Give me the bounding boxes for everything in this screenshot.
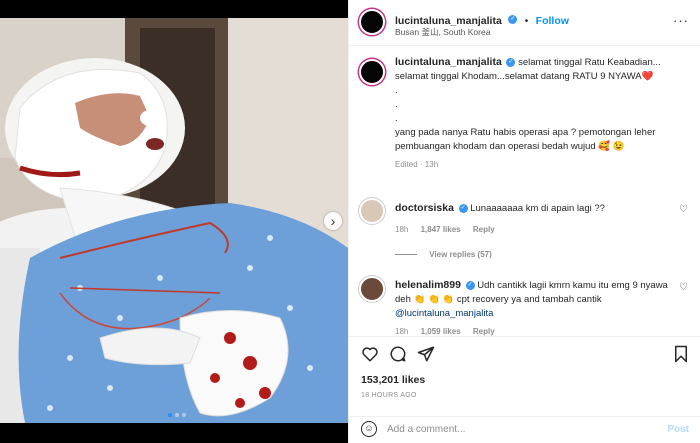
post-photo[interactable]	[0, 18, 348, 423]
post-location[interactable]: Busan 釜山, South Korea	[395, 26, 490, 38]
carousel-indicator	[168, 413, 186, 417]
caption-avatar[interactable]	[359, 59, 385, 85]
comment-avatar[interactable]	[359, 276, 385, 302]
reply-button[interactable]: Reply	[473, 327, 495, 336]
comment-likes[interactable]: 1,059 likes	[421, 327, 461, 336]
comment-time: 18h	[395, 327, 409, 336]
carousel-dot-2	[175, 413, 179, 417]
caption-line-6: yang pada nanya Ratu habis operasi apa ?…	[395, 127, 656, 138]
share-icon[interactable]	[417, 345, 435, 368]
comment-likes[interactable]: 1,847 likes	[421, 225, 461, 234]
caption-line-1: selamat tinggal Ratu Keabadian...	[518, 57, 661, 68]
caption-line-3: .	[395, 85, 398, 96]
comment-like-heart-icon[interactable]: ♡	[679, 282, 688, 293]
author-avatar[interactable]	[359, 9, 385, 35]
comment-bar: ☺ Add a comment... Post	[349, 416, 700, 443]
comment-icon[interactable]	[389, 345, 407, 368]
verified-badge-icon: ✓	[465, 280, 475, 290]
comment-username[interactable]: doctorsiska	[395, 202, 454, 214]
reply-button[interactable]: Reply	[473, 225, 495, 234]
carousel-dot-3	[182, 413, 186, 417]
post-side-panel: lucintaluna_manjalita ✓ • Follow Busan 釜…	[348, 0, 700, 443]
post-header: lucintaluna_manjalita ✓ • Follow Busan 釜…	[349, 0, 700, 46]
separator-dot: •	[524, 16, 529, 27]
post-comment-button[interactable]: Post	[667, 424, 689, 435]
heart-icon[interactable]	[361, 345, 379, 368]
caption-meta: Edited · 13h	[395, 160, 439, 169]
verified-badge-icon: ✓	[458, 203, 468, 213]
post-actions: 153,201 likes 18 HOURS AGO	[349, 336, 700, 412]
caption-line-5: .	[395, 113, 398, 124]
comment-text-line-1: Udh cantikk lagii kmrn kamu itu emg 9 ny…	[477, 280, 668, 291]
comment-text-line-2: deh 👏 👏 👏 cpt recovery ya and tambah can…	[395, 294, 602, 305]
view-replies-button[interactable]: View replies (57)	[395, 250, 492, 259]
post-timestamp: 18 HOURS AGO	[361, 392, 417, 399]
verified-badge-icon: ✓	[506, 57, 516, 67]
caption-line-4: .	[395, 99, 398, 110]
comment-mention[interactable]: @lucintaluna_manjalita	[395, 307, 680, 321]
more-options-icon[interactable]: ···	[673, 13, 689, 28]
view-replies-label: View replies (57)	[429, 250, 492, 259]
hospital-photo	[0, 18, 348, 423]
caption-line-7: pembuangan khodam dan operasi bedah wuju…	[395, 141, 625, 152]
comment-time: 18h	[395, 225, 409, 234]
bookmark-icon[interactable]	[673, 345, 689, 368]
instagram-post-modal: › lucintaluna_manjalita ✓ • Follow Busan…	[0, 0, 700, 443]
verified-badge-icon: ✓	[508, 15, 518, 25]
caption-username[interactable]: lucintaluna_manjalita	[395, 56, 502, 68]
likes-count[interactable]: 153,201 likes	[361, 374, 425, 386]
comment-like-heart-icon[interactable]: ♡	[679, 204, 688, 215]
comment-text: Lunaaaaaaa km di apain lagi ??	[470, 203, 605, 214]
caption-line-2: selamat tinggal Khodam...selamat datang …	[395, 71, 654, 82]
carousel-dot-1	[168, 413, 172, 417]
emoji-icon[interactable]: ☺	[361, 421, 377, 437]
add-comment-input[interactable]: Add a comment...	[387, 424, 465, 435]
comment-avatar[interactable]	[359, 198, 385, 224]
follow-button[interactable]: Follow	[536, 15, 569, 27]
carousel-next-button[interactable]: ›	[324, 212, 342, 230]
post-media: ›	[0, 0, 348, 443]
comment-username[interactable]: helenalim899	[395, 279, 461, 291]
